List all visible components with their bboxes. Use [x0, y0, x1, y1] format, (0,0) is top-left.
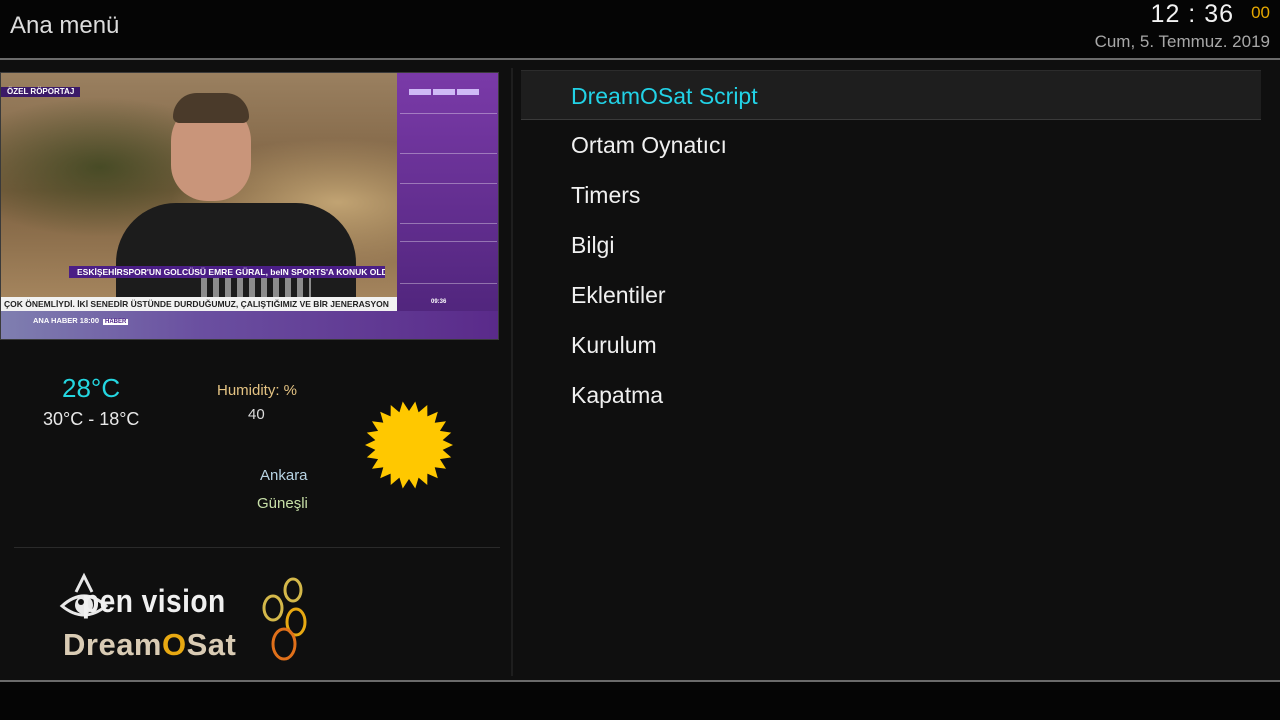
- preview-show-badge: HABER: [103, 319, 129, 325]
- page-title: Ana menü: [10, 12, 120, 39]
- weather-condition: Güneşli: [257, 495, 308, 512]
- logo-text-sat: Sat: [186, 627, 237, 662]
- header-bar: Ana menü 12 : 36 00 Cum, 5. Temmuz. 2019: [0, 0, 1280, 58]
- main-menu-screen: Ana menü 12 : 36 00 Cum, 5. Temmuz. 2019…: [0, 0, 1280, 720]
- menu-item-kurulum[interactable]: Kurulum: [521, 320, 1261, 370]
- preview-tag: ÖZEL RÖPORTAJ: [1, 87, 81, 97]
- menu-item-timers[interactable]: Timers: [521, 170, 1261, 220]
- logo-text-openvision: pen vision: [82, 583, 226, 619]
- weather-city: Ankara: [260, 467, 308, 484]
- preview-headline: ESKİŞEHİRSPOR'UN GOLCÜSÜ EMRE GÜRAL, beI…: [69, 266, 385, 278]
- main-menu-list: DreamOSat Script Ortam Oynatıcı Timers B…: [521, 70, 1261, 420]
- preview-person-hair: [173, 93, 249, 123]
- weather-divider: [14, 547, 500, 548]
- clock-seconds: 00: [1251, 3, 1270, 22]
- footer-bar: [0, 682, 1280, 720]
- header-divider: [0, 58, 1280, 60]
- clock: 12 : 36: [1150, 0, 1234, 28]
- preview-side-time: 09:36: [431, 299, 447, 305]
- menu-item-ortam-oynatici[interactable]: Ortam Oynatıcı: [521, 120, 1261, 170]
- logo-text-o: O: [162, 627, 187, 662]
- preview-show-name: ANA HABER 18:00: [33, 316, 99, 325]
- tv-preview: ÖZEL RÖPORTAJ ESKİŞEHİRSPOR'UN GOLCÜSÜ E…: [0, 72, 499, 340]
- menu-item-kapatma[interactable]: Kapatma: [521, 370, 1261, 420]
- preview-side-panel: [397, 73, 498, 339]
- channel-logos: [409, 89, 479, 95]
- sun-icon: [365, 401, 453, 489]
- menu-item-bilgi[interactable]: Bilgi: [521, 220, 1261, 270]
- logo-text-dreamosat: DreamOSat: [63, 627, 236, 663]
- logo-text-dream: Dream: [63, 627, 162, 662]
- preview-show-label: ANA HABER 18:00 HABER: [33, 316, 129, 325]
- menu-item-dreamosat-script[interactable]: DreamOSat Script: [521, 70, 1261, 120]
- current-temperature: 28°C: [62, 373, 121, 403]
- humidity-value: 40: [248, 406, 265, 423]
- menu-item-eklentiler[interactable]: Eklentiler: [521, 270, 1261, 320]
- panel-divider: [511, 68, 513, 676]
- preview-ticker: ÇOK ÖNEMLİYDİ. İKİ SENEDİR ÜSTÜNDE DURDU…: [1, 297, 397, 311]
- date-label: Cum, 5. Temmuz. 2019: [1094, 32, 1270, 51]
- temperature-range: 30°C - 18°C: [43, 409, 140, 429]
- humidity-label: Humidity: %: [217, 382, 298, 399]
